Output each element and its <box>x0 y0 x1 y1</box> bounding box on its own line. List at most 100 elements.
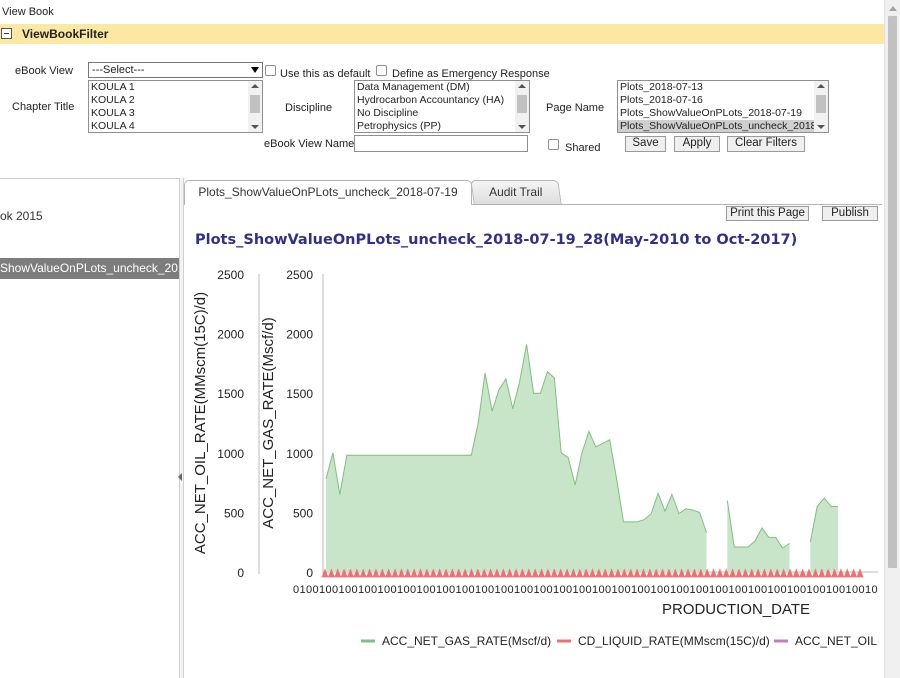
x-axis-tick-label: 0 <box>579 584 585 596</box>
tree-item-selected[interactable]: ShowValueOnPLots_uncheck_2018-07-19 <box>0 258 179 279</box>
gas-axis-tick-label: 0 <box>306 566 313 580</box>
x-axis-tick-label: 0 <box>722 584 728 596</box>
x-axis-tick-label: 0 <box>462 584 468 596</box>
list-item[interactable]: Petrophysics (PP) <box>355 120 529 132</box>
x-axis-tick-label: 0 <box>780 584 786 596</box>
x-axis-tick-label: 1 <box>709 584 715 596</box>
list-item[interactable]: Plots_ShowValueOnPLots_2018-07-19 <box>618 107 828 120</box>
x-axis-tick-label: 1 <box>338 584 344 596</box>
tab-audit-trail[interactable]: Audit Trail <box>470 180 562 204</box>
x-axis-tick-label: 0 <box>657 584 663 596</box>
x-axis-tick-label: 0 <box>423 584 429 596</box>
tree-item[interactable]: ok 2015 <box>0 209 43 223</box>
x-axis-tick-label: 0 <box>540 584 546 596</box>
list-item[interactable]: Plots_2018-07-16 <box>618 94 828 107</box>
scrollbar-thumb[interactable] <box>888 16 897 568</box>
scrollbar-thumb[interactable] <box>816 95 826 113</box>
list-item[interactable]: KOULA 2 <box>89 94 262 107</box>
list-item[interactable]: Data Management (DM) <box>355 81 529 94</box>
liquid-rate-marker <box>792 568 800 578</box>
x-axis-tick-label: 0 <box>546 584 552 596</box>
apply-button[interactable]: Apply <box>674 136 720 152</box>
x-axis-tick-label: 0 <box>793 584 799 596</box>
liquid-rate-marker <box>850 568 858 578</box>
list-item[interactable]: Hydrocarbon Accountancy (HA) <box>355 94 529 107</box>
x-axis-tick-label: 0 <box>800 584 806 596</box>
x-axis-tick-label: 0 <box>390 584 396 596</box>
scroll-down-icon[interactable] <box>251 125 259 129</box>
x-axis-tick-label: 0 <box>858 584 864 596</box>
page-name-listbox[interactable]: Plots_2018-07-13 Plots_2018-07-16 Plots_… <box>617 80 829 133</box>
x-axis-tick-label: 0 <box>325 584 331 596</box>
x-axis-tick-label: 1 <box>592 584 598 596</box>
page-scrollbar[interactable] <box>884 0 900 678</box>
publish-button[interactable]: Publish <box>822 206 878 221</box>
x-axis-tick-label: 1 <box>631 584 637 596</box>
scrollbar-thumb[interactable] <box>517 95 527 113</box>
clear-filters-button[interactable]: Clear Filters <box>727 136 805 152</box>
chapter-listbox[interactable]: KOULA 1 KOULA 2 KOULA 3 KOULA 4 <box>88 80 263 133</box>
x-axis-tick-label: 0 <box>306 584 312 596</box>
x-axis-tick-label: 0 <box>832 584 838 596</box>
legend-label: CD_LIQUID_RATE(MMscm(15C)/d) <box>578 634 770 648</box>
x-axis-tick-label: 1 <box>845 584 851 596</box>
x-axis-tick-label: 0 <box>520 584 526 596</box>
filter-header[interactable]: ViewBookFilter <box>0 24 884 44</box>
x-axis-tick-label: 0 <box>468 584 474 596</box>
list-item[interactable]: KOULA 1 <box>89 81 262 94</box>
listbox-scrollbar[interactable] <box>515 81 529 132</box>
collapse-icon[interactable] <box>1 28 12 39</box>
scroll-up-icon[interactable] <box>518 84 526 88</box>
use-default-checkbox[interactable] <box>265 65 276 76</box>
listbox-scrollbar[interactable] <box>814 81 828 132</box>
print-page-button[interactable]: Print this Page <box>726 206 809 221</box>
scroll-down-icon[interactable] <box>817 125 825 129</box>
x-axis-tick-label: 0 <box>735 584 741 596</box>
x-axis-tick-label: 1 <box>748 584 754 596</box>
x-axis-tick-label: 0 <box>559 584 565 596</box>
ebook-view-name-input[interactable] <box>354 135 528 152</box>
list-item[interactable]: Plots_2018-07-13 <box>618 81 828 94</box>
oil-axis-tick-label: 0 <box>237 566 244 580</box>
oil-axis-title: ACC_NET_OIL_RATE(MMscm(15C)/d) <box>192 292 209 554</box>
discipline-label: Discipline <box>285 102 333 114</box>
x-axis-tick-label: 1 <box>358 584 364 596</box>
emergency-checkbox[interactable] <box>376 65 387 76</box>
x-axis-tick-label: 1 <box>572 584 578 596</box>
shared-checkbox[interactable] <box>548 139 559 150</box>
ebook-view-label: eBook View <box>15 65 73 77</box>
discipline-listbox[interactable]: Data Management (DM) Hydrocarbon Account… <box>354 80 530 133</box>
list-item[interactable]: No Discipline <box>355 107 529 120</box>
scrollbar-thumb[interactable] <box>250 95 260 113</box>
scroll-up-icon[interactable] <box>889 6 897 11</box>
scroll-up-icon[interactable] <box>251 84 259 88</box>
x-axis-tick-label: 0 <box>364 584 370 596</box>
gas-axis-title: ACC_NET_GAS_RATE(Mscf/d) <box>260 317 277 528</box>
x-axis-tick-label: 0 <box>637 584 643 596</box>
tab-plot-page[interactable]: Plots_ShowValueOnPLots_uncheck_2018-07-1… <box>184 180 472 205</box>
x-axis-tick-label: 1 <box>806 584 812 596</box>
scroll-up-icon[interactable] <box>817 84 825 88</box>
x-axis-tick-label: 0 <box>410 584 416 596</box>
x-axis-tick-label: 0 <box>702 584 708 596</box>
ebook-view-select[interactable]: ---Select--- <box>88 62 263 78</box>
x-axis-tick-label: 0 <box>501 584 507 596</box>
legend-label: ACC_NET_GAS_RATE(Mscf/d) <box>382 634 551 648</box>
list-item[interactable]: KOULA 4 <box>89 120 262 132</box>
x-axis-tick-label: 1 <box>299 584 305 596</box>
list-item[interactable]: KOULA 3 <box>89 107 262 120</box>
x-axis-tick-label: 1 <box>787 584 793 596</box>
liquid-rate-marker <box>843 568 851 578</box>
ebook-view-name-label: eBook View Name <box>264 138 355 150</box>
save-button[interactable]: Save <box>625 136 666 152</box>
scroll-down-icon[interactable] <box>518 125 526 129</box>
list-item-selected[interactable]: Plots_ShowValueOnPLots_uncheck_2018-07-1… <box>618 120 828 132</box>
x-axis-tick-label: 0 <box>741 584 747 596</box>
x-axis-tick-label: 1 <box>397 584 403 596</box>
x-axis-tick-label: 1 <box>553 584 559 596</box>
collapse-left-icon[interactable] <box>178 473 182 481</box>
listbox-scrollbar[interactable] <box>248 81 262 132</box>
chevron-down-icon <box>251 67 259 73</box>
x-axis-tick-label: 0 <box>481 584 487 596</box>
liquid-rate-marker <box>716 568 724 578</box>
